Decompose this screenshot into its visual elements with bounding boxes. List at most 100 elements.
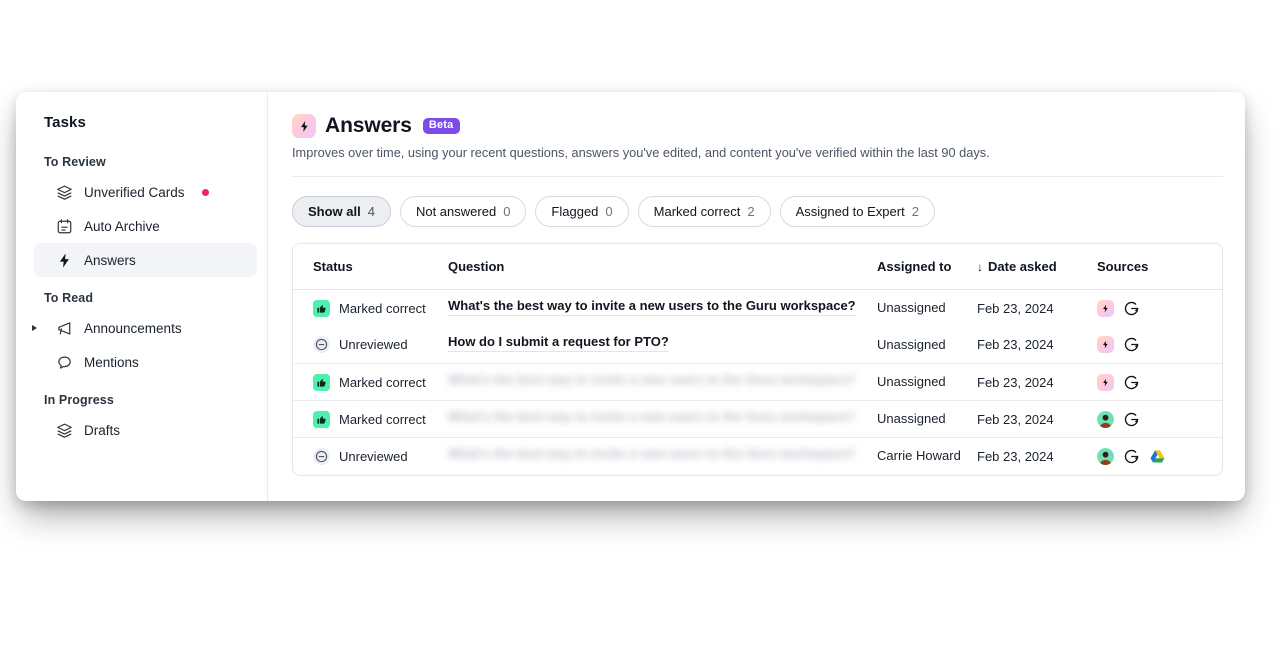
question-link[interactable]: How do I submit a request for PTO? [448,334,669,353]
table-row[interactable]: Marked correct What's the best way to inv… [293,400,1222,438]
sidebar-item-unverified-cards[interactable]: Unverified Cards [44,175,257,209]
column-header-status[interactable]: Status [293,244,448,290]
beta-badge: Beta [422,118,460,134]
column-header-date-label: Date asked [988,259,1057,274]
sidebar-item-drafts[interactable]: Drafts [44,413,257,447]
sparkle-lightning-icon[interactable] [1097,373,1114,391]
guru-logo-icon[interactable] [1123,300,1140,317]
page-subtitle: Improves over time, using your recent qu… [292,145,990,160]
cell-date: Feb 23, 2024 [977,290,1097,327]
cell-assigned: Unassigned [877,327,977,364]
question-link[interactable]: What's the best way to invite a new user… [448,298,856,316]
cell-status: Unreviewed [293,327,448,364]
cell-assigned: Unassigned [877,290,977,327]
sidebar-item-announcements[interactable]: Announcements [32,311,257,345]
cell-question: What's the best way to invite a new user… [448,400,877,438]
status-label: Unreviewed [339,337,408,353]
column-header-sources[interactable]: Sources [1097,244,1222,290]
question-link[interactable]: What's the best way to invite a new user… [448,446,856,464]
table-row[interactable]: Marked correct What's the best way to inv… [293,363,1222,401]
source-icon-group [1097,336,1222,354]
cell-question: How do I submit a request for PTO? [448,327,877,364]
user-avatar-icon[interactable] [1097,447,1114,465]
column-header-assigned[interactable]: Assigned to [877,244,977,290]
filter-pill-flagged[interactable]: Flagged 0 [535,196,629,227]
date-asked-value: Feb 23, 2024 [977,411,1054,427]
table-row[interactable]: Marked correct What's the best way to inv… [293,290,1222,327]
cell-status: Marked correct [293,363,448,401]
sparkle-lightning-icon[interactable] [1097,336,1114,354]
filter-pill-count: 4 [367,204,375,219]
filter-pill-count: 2 [747,204,755,219]
guru-logo-icon[interactable] [1123,411,1140,428]
filter-pill-assigned-to-expert[interactable]: Assigned to Expert 2 [779,196,935,227]
table-header-row: Status Question Assigned to ↓ Date asked … [293,244,1222,290]
date-asked-value: Feb 23, 2024 [977,374,1054,390]
table-body: Marked correct What's the best way to inv… [293,290,1222,475]
question-link[interactable]: What's the best way to invite a new user… [448,372,856,390]
source-icon-group [1097,299,1222,317]
question-link[interactable]: What's the best way to invite a new user… [448,409,856,427]
sidebar-item-mentions[interactable]: Mentions [44,345,257,379]
filter-pill-label: Not answered [415,204,497,219]
sidebar-group-label: In Progress [44,393,114,407]
status-label: Marked correct [339,411,426,427]
guru-logo-icon[interactable] [1123,336,1140,353]
column-header-date[interactable]: ↓ Date asked [977,244,1097,290]
sidebar-title: Tasks [44,114,86,131]
guru-logo-icon[interactable] [1123,448,1140,465]
lightning-icon [59,252,69,268]
cell-question: What's the best way to invite a new user… [448,290,877,327]
google-drive-icon[interactable] [1149,448,1166,465]
thumbs-up-icon [313,373,330,391]
column-header-question[interactable]: Question [448,244,877,290]
filter-pill-label: Marked correct [653,204,741,219]
user-avatar-icon[interactable] [1097,410,1114,428]
expand-caret-icon[interactable] [32,325,37,331]
filter-pill-marked-correct[interactable]: Marked correct 2 [637,196,771,227]
cell-assigned: Unassigned [877,400,977,438]
sparkle-lightning-icon[interactable] [1097,299,1114,317]
sort-descending-icon: ↓ [977,260,983,274]
date-asked-value: Feb 23, 2024 [977,337,1054,353]
cell-question: What's the best way to invite a new user… [448,437,877,475]
filter-pill-show-all[interactable]: Show all 4 [292,196,391,227]
sidebar-item-label: Announcements [84,320,182,336]
filter-pill-count: 0 [503,204,511,219]
guru-logo-icon[interactable] [1123,374,1140,391]
sidebar-item-auto-archive[interactable]: Auto Archive [44,209,257,243]
sidebar-item-label: Auto Archive [84,218,160,234]
assigned-to-value: Unassigned [877,410,946,426]
page-title: Answers [325,114,412,137]
sidebar: Tasks To Review Unverified Cards Auto Arch… [16,92,268,501]
table-header: Status Question Assigned to ↓ Date asked … [293,244,1222,290]
sidebar-group-label: To Review [44,155,106,169]
filter-pill-count: 2 [911,204,919,219]
app-window: Tasks To Review Unverified Cards Auto Arch… [16,92,1245,501]
filter-pill-label: Flagged [551,204,599,219]
cell-assigned: Carrie Howard [877,437,977,475]
cell-status: Marked correct [293,290,448,327]
main-content: Answers Beta Improves over time, using y… [268,92,1245,501]
status-label: Marked correct [339,374,426,390]
sidebar-item-answers[interactable]: Answers [34,243,257,277]
table-row[interactable]: Unreviewed What's the best way to invite … [293,437,1222,475]
cell-sources [1097,437,1222,475]
sidebar-group: In Progress Drafts [16,393,267,447]
sparkle-lightning-icon [292,114,316,138]
calendar-icon [57,218,72,233]
sidebar-group: To Read Announcements Mentions [16,291,267,379]
source-icon-group [1097,373,1222,391]
cell-sources [1097,290,1222,327]
cell-question: What's the best way to invite a new user… [448,363,877,401]
table-row[interactable]: Unreviewed How do I submit a request for … [293,327,1222,364]
circle-minus-icon [313,336,330,354]
filter-pill-not-answered[interactable]: Not answered 0 [399,196,527,227]
sidebar-item-label: Drafts [84,422,121,438]
cell-date: Feb 23, 2024 [977,400,1097,438]
page-header: Answers Beta [292,114,1223,138]
cell-sources [1097,327,1222,364]
sidebar-item-label: Answers [84,252,136,268]
sidebar-item-label: Mentions [84,354,139,370]
thumbs-up-icon [313,410,330,428]
